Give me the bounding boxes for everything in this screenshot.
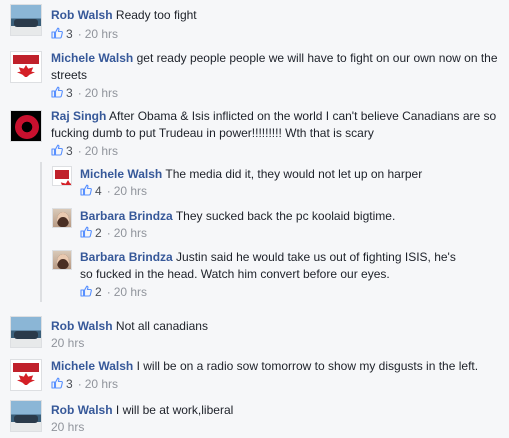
separator: · <box>77 144 82 158</box>
timestamp[interactable]: 20 hrs <box>114 184 147 198</box>
car-avatar[interactable] <box>10 400 42 432</box>
author-link[interactable]: Michele Walsh <box>51 51 133 65</box>
like-icon[interactable] <box>51 377 63 389</box>
comment-body: Raj Singh After Obama & Isis inflicted o… <box>51 108 506 142</box>
like-icon[interactable] <box>80 184 92 196</box>
separator: · <box>106 226 111 240</box>
like-count[interactable]: 3 <box>66 86 73 100</box>
separator: · <box>77 377 82 391</box>
like-icon[interactable] <box>51 144 63 156</box>
comment-body: Rob Walsh I will be at work,liberal <box>51 402 501 419</box>
comment-meta: 3 · 20 hrs <box>51 143 118 159</box>
author-link[interactable]: Rob Walsh <box>51 8 113 22</box>
author-link[interactable]: Barbara Brindza <box>80 250 173 264</box>
flag-avatar[interactable] <box>52 166 72 186</box>
separator: · <box>106 184 111 198</box>
woman-avatar[interactable] <box>52 250 72 270</box>
author-link[interactable]: Rob Walsh <box>51 319 113 333</box>
author-link[interactable]: Raj Singh <box>51 109 106 123</box>
comment-text: I will be at work,liberal <box>115 403 234 417</box>
comment-text: Ready too fight <box>115 8 197 22</box>
comment-body: Rob Walsh Ready too fight <box>51 7 501 24</box>
author-link[interactable]: Barbara Brindza <box>80 209 173 223</box>
author-link[interactable]: Rob Walsh <box>51 403 113 417</box>
reply-body: Barbara Brindza They sucked back the pc … <box>80 208 500 225</box>
like-count[interactable]: 2 <box>95 226 102 240</box>
like-icon[interactable] <box>51 27 63 39</box>
like-icon[interactable] <box>51 86 63 98</box>
comment-text: Not all canadians <box>115 319 208 333</box>
comment-meta: 3 · 20 hrs <box>51 85 118 101</box>
flag-avatar[interactable] <box>10 51 42 83</box>
comment-body: Michele Walsh I will be on a radio sow t… <box>51 358 506 375</box>
timestamp[interactable]: 20 hrs <box>51 420 84 434</box>
timestamp[interactable]: 20 hrs <box>85 144 118 158</box>
like-icon[interactable] <box>80 285 92 297</box>
car-avatar[interactable] <box>10 4 42 36</box>
author-link[interactable]: Michele Walsh <box>80 167 162 181</box>
comment-text: After Obama & Isis inflicted on the worl… <box>51 109 497 140</box>
timestamp[interactable]: 20 hrs <box>51 336 84 350</box>
like-count[interactable]: 3 <box>66 27 73 41</box>
author-link[interactable]: Michele Walsh <box>51 359 133 373</box>
car-avatar[interactable] <box>10 316 42 348</box>
reply-meta: 2 · 20 hrs <box>80 284 147 300</box>
reply-thread-line <box>40 162 42 302</box>
red-circle-avatar[interactable] <box>10 110 42 142</box>
timestamp[interactable]: 20 hrs <box>114 285 147 299</box>
like-count[interactable]: 3 <box>66 377 73 391</box>
comment-body: Michele Walsh get ready people people we… <box>51 50 501 84</box>
comment-meta: 3 · 20 hrs <box>51 376 118 392</box>
like-icon[interactable] <box>80 226 92 238</box>
comment-body: Rob Walsh Not all canadians <box>51 318 501 335</box>
separator: · <box>77 27 82 41</box>
like-count[interactable]: 4 <box>95 184 102 198</box>
comment-meta: 3 · 20 hrs <box>51 26 118 42</box>
reply-text: The media did it, they would not let up … <box>165 167 423 181</box>
reply-body: Michele Walsh The media did it, they wou… <box>80 166 500 183</box>
separator: · <box>77 86 82 100</box>
flag-avatar[interactable] <box>10 359 42 391</box>
timestamp[interactable]: 20 hrs <box>85 377 118 391</box>
timestamp[interactable]: 20 hrs <box>85 86 118 100</box>
comment-meta: 20 hrs <box>51 335 84 351</box>
timestamp[interactable]: 20 hrs <box>114 226 147 240</box>
separator: · <box>106 285 111 299</box>
reply-meta: 4 · 20 hrs <box>80 183 147 199</box>
like-count[interactable]: 2 <box>95 285 102 299</box>
like-count[interactable]: 3 <box>66 144 73 158</box>
comment-text: I will be on a radio sow tomorrow to sho… <box>136 359 479 373</box>
reply-meta: 2 · 20 hrs <box>80 225 147 241</box>
reply-text: They sucked back the pc koolaid bigtime. <box>175 209 396 223</box>
reply-body: Barbara Brindza Justin said he would tak… <box>80 249 460 283</box>
comment-meta: 20 hrs <box>51 419 84 435</box>
woman-avatar[interactable] <box>52 208 72 228</box>
timestamp[interactable]: 20 hrs <box>85 27 118 41</box>
